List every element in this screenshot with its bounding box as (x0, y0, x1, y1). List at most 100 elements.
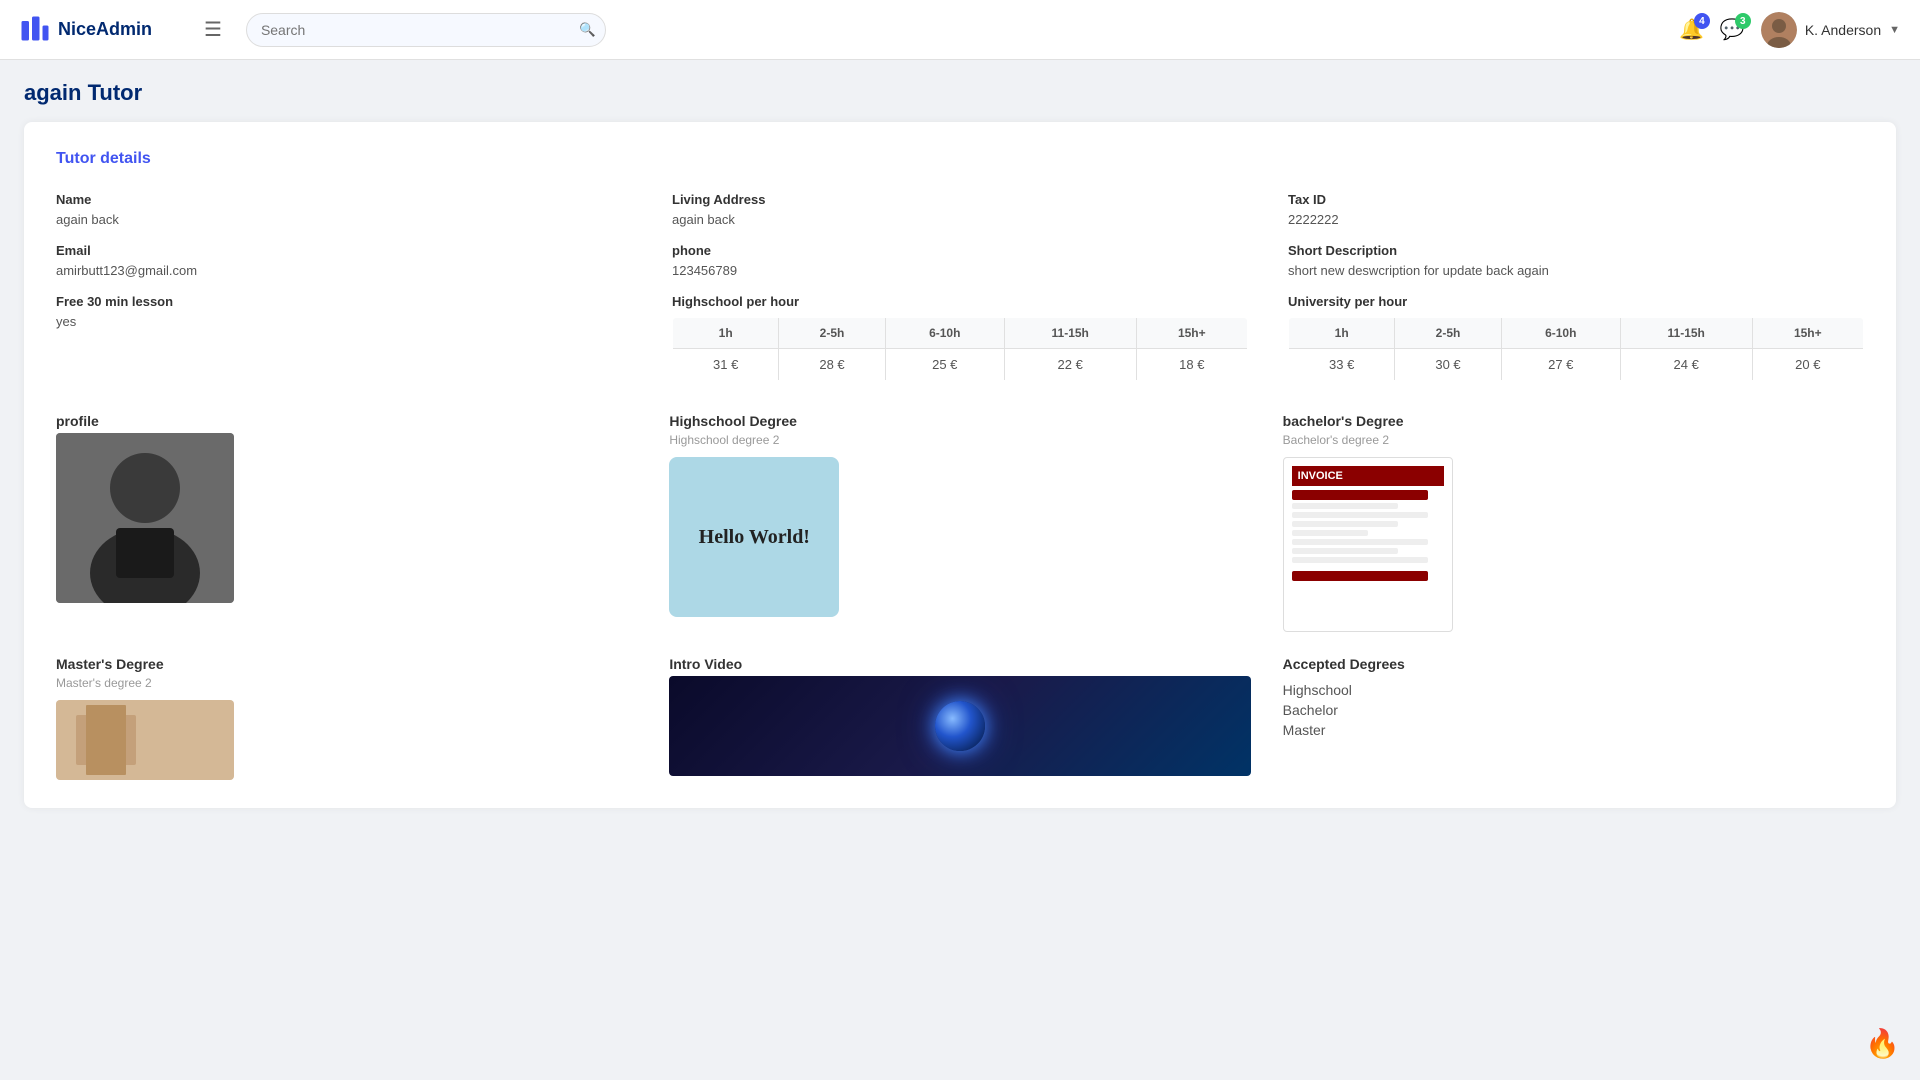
details-col-3: Tax ID 2222222 Short Description short n… (1288, 192, 1864, 381)
user-name: K. Anderson (1805, 22, 1881, 38)
hs-col-2-5h: 2-5h (779, 318, 885, 349)
fire-icon: 🔥 (1865, 1028, 1900, 1059)
masters-degree-section: Master's Degree Master's degree 2 (56, 656, 637, 780)
fire-button[interactable]: 🔥 (1865, 1027, 1900, 1060)
hs-col-6-10h: 6-10h (885, 318, 1004, 349)
free-lesson-label: Free 30 min lesson (56, 294, 632, 309)
highschool-degree-subtitle: Highschool degree 2 (669, 433, 1250, 447)
phone-value: 123456789 (672, 263, 737, 278)
details-col-2: Living Address again back phone 12345678… (672, 192, 1248, 381)
short-desc-value: short new deswcription for update back a… (1288, 263, 1549, 278)
page-content: again Tutor Tutor details Name again bac… (0, 60, 1920, 828)
invoice-row-9 (1292, 571, 1429, 581)
hs-val-2-5h: 28 € (779, 349, 885, 381)
living-address-value: again back (672, 212, 735, 227)
hs-val-6-10h: 25 € (885, 349, 1004, 381)
degree-master: Master (1283, 720, 1864, 740)
intro-video-section: Intro Video (669, 656, 1250, 776)
hs-val-11-15h: 22 € (1004, 349, 1136, 381)
highschool-pricing-section: Highschool per hour 1h 2-5h 6-10h 11-15h… (672, 294, 1248, 381)
hs-col-1h: 1h (673, 318, 779, 349)
hamburger-button[interactable]: ☰ (200, 13, 226, 46)
invoice-header: INVOICE (1292, 466, 1444, 486)
short-desc-label: Short Description (1288, 243, 1864, 258)
bachelors-degree-label: bachelor's Degree (1283, 413, 1864, 429)
email-value: amirbutt123@gmail.com (56, 263, 197, 278)
masters-degree-subtitle: Master's degree 2 (56, 676, 637, 690)
search-icon: 🔍 (579, 22, 596, 37)
highschool-degree-image: Hello World! (669, 457, 839, 617)
hs-col-11-15h: 11-15h (1004, 318, 1136, 349)
uni-val-6-10h: 27 € (1501, 349, 1620, 381)
tax-id-value: 2222222 (1288, 212, 1339, 227)
profile-image (56, 433, 234, 603)
tax-id-label: Tax ID (1288, 192, 1864, 207)
invoice-row-3 (1292, 512, 1429, 518)
uni-val-15h-plus: 20 € (1752, 349, 1863, 381)
bachelors-degree-section: bachelor's Degree Bachelor's degree 2 IN… (1283, 413, 1864, 632)
profile-label: profile (56, 413, 637, 429)
masters-degree-label: Master's Degree (56, 656, 637, 672)
highschool-pricing-table: 1h 2-5h 6-10h 11-15h 15h+ 31 € 28 € (672, 317, 1248, 381)
uni-col-6-10h: 6-10h (1501, 318, 1620, 349)
name-label: Name (56, 192, 632, 207)
logo[interactable]: NiceAdmin (20, 15, 180, 45)
intro-video-thumbnail[interactable] (669, 676, 1250, 776)
uni-col-15h-plus: 15h+ (1752, 318, 1863, 349)
highschool-values-row: 31 € 28 € 25 € 22 € 18 € (673, 349, 1248, 381)
highschool-header-row: 1h 2-5h 6-10h 11-15h 15h+ (673, 318, 1248, 349)
card-title: Tutor details (56, 150, 1864, 168)
hs-val-15h-plus: 18 € (1136, 349, 1247, 381)
uni-val-2-5h: 30 € (1395, 349, 1501, 381)
messages-button[interactable]: 💬 3 (1720, 17, 1745, 42)
chevron-down-icon: ▼ (1889, 24, 1900, 36)
short-desc-field: Short Description short new deswcription… (1288, 243, 1864, 278)
logo-text: NiceAdmin (58, 19, 152, 40)
university-pricing-label: University per hour (1288, 294, 1864, 309)
highschool-pricing-label: Highschool per hour (672, 294, 1248, 309)
avatar (1761, 12, 1797, 48)
search-input[interactable] (246, 13, 606, 47)
page-title: again Tutor (24, 80, 1896, 106)
hs-val-1h: 31 € (673, 349, 779, 381)
invoice-row-6 (1292, 539, 1429, 545)
details-col-1: Name again back Email amirbutt123@gmail.… (56, 192, 632, 381)
user-menu[interactable]: K. Anderson ▼ (1761, 12, 1900, 48)
invoice-row-1 (1292, 490, 1429, 500)
uni-col-11-15h: 11-15h (1620, 318, 1752, 349)
tax-id-field: Tax ID 2222222 (1288, 192, 1864, 227)
hs-col-15h-plus: 15h+ (1136, 318, 1247, 349)
degree-highschool: Highschool (1283, 680, 1864, 700)
header: NiceAdmin ☰ 🔍 🔔 4 💬 3 K. Anderson (0, 0, 1920, 60)
hello-world-text: Hello World! (699, 526, 810, 549)
degree-bachelor: Bachelor (1283, 700, 1864, 720)
accepted-degrees-section: Accepted Degrees Highschool Bachelor Mas… (1283, 656, 1864, 740)
university-pricing-section: University per hour 1h 2-5h 6-10h 11-15h… (1288, 294, 1864, 381)
hamburger-icon: ☰ (204, 17, 222, 42)
intro-video-label: Intro Video (669, 656, 1250, 672)
bottom-grid: Master's Degree Master's degree 2 Intro … (56, 656, 1864, 780)
earth-glow (935, 701, 985, 751)
lower-grid: profile Highschool Degree Highschool deg… (56, 413, 1864, 632)
name-field: Name again back (56, 192, 632, 227)
header-right: 🔔 4 💬 3 K. Anderson ▼ (1679, 12, 1900, 48)
masters-degree-image (56, 700, 234, 780)
university-pricing-table: 1h 2-5h 6-10h 11-15h 15h+ 33 € 30 € (1288, 317, 1864, 381)
invoice-row-4 (1292, 521, 1398, 527)
email-label: Email (56, 243, 632, 258)
accepted-degrees-list: Highschool Bachelor Master (1283, 680, 1864, 740)
email-field: Email amirbutt123@gmail.com (56, 243, 632, 278)
invoice-row-8 (1292, 557, 1429, 563)
messages-badge: 3 (1735, 13, 1751, 29)
notifications-badge: 4 (1694, 13, 1710, 29)
uni-header-row: 1h 2-5h 6-10h 11-15h 15h+ (1289, 318, 1864, 349)
search-button[interactable]: 🔍 (579, 22, 596, 38)
profile-section: profile (56, 413, 637, 632)
notifications-button[interactable]: 🔔 4 (1679, 17, 1704, 42)
accepted-degrees-label: Accepted Degrees (1283, 656, 1864, 672)
invoice-row-2 (1292, 503, 1398, 509)
tutor-details-card: Tutor details Name again back Email amir… (24, 122, 1896, 808)
uni-values-row: 33 € 30 € 27 € 24 € 20 € (1289, 349, 1864, 381)
highschool-degree-section: Highschool Degree Highschool degree 2 He… (669, 413, 1250, 632)
uni-val-11-15h: 24 € (1620, 349, 1752, 381)
